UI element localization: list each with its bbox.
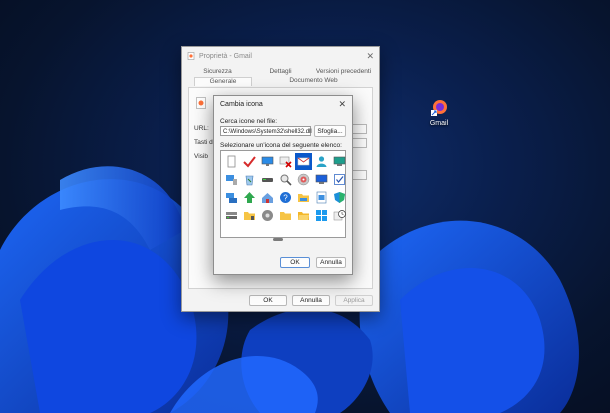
envelope-icon (297, 157, 310, 166)
users-icon (316, 156, 327, 167)
icon-cell[interactable] (331, 171, 348, 188)
icon-cell[interactable] (277, 207, 294, 224)
folder-open-icon (298, 212, 309, 220)
icon-cell[interactable] (259, 171, 276, 188)
properties-titlebar[interactable]: Proprietà - Gmail ✕ (182, 47, 379, 65)
monitor-blue-icon (315, 174, 328, 184)
gmail-shortcut-icon (429, 98, 449, 118)
icon-cell[interactable] (223, 189, 240, 206)
icon-cell[interactable] (223, 207, 240, 224)
green-monitor-icon (333, 156, 346, 166)
view-label: Visib (194, 153, 208, 160)
icon-cell[interactable] (331, 189, 348, 206)
checkbox-icon (334, 174, 345, 185)
document-icon (316, 191, 327, 204)
house-icon (262, 193, 273, 203)
icon-cell[interactable] (313, 189, 330, 206)
close-icon[interactable]: ✕ (338, 99, 346, 110)
computer-icon (226, 175, 237, 185)
tabs-row-2: Generale Documento Web (186, 77, 375, 86)
ok-button[interactable]: OK (249, 295, 287, 306)
clock-icon (333, 210, 346, 221)
delete-x-icon (279, 156, 292, 168)
icon-cell[interactable] (241, 189, 258, 206)
icon-cell[interactable] (259, 207, 276, 224)
search-icon (280, 174, 292, 186)
gmail-shortcut-label: Gmail (429, 120, 449, 127)
folder-plain-icon (280, 212, 291, 220)
windows-icon (316, 210, 327, 221)
tab-details[interactable]: Dettagli (249, 68, 312, 77)
icon-cell[interactable] (313, 153, 330, 170)
icon-cell[interactable] (295, 153, 312, 170)
cancel-button[interactable]: Annulla (316, 257, 346, 268)
icon-cell[interactable] (331, 153, 348, 170)
icon-cell[interactable] (313, 207, 330, 224)
up-arrow-icon (244, 192, 255, 203)
svg-text:?: ? (283, 194, 288, 203)
drive-icon (262, 178, 273, 182)
browse-button[interactable]: Sfoglia... (314, 125, 346, 137)
folder-lock-icon (244, 212, 255, 220)
monitor-icon (261, 156, 274, 166)
tab-previous-versions[interactable]: Versioni precedenti (312, 68, 375, 77)
icon-cell[interactable] (277, 153, 294, 170)
help-icon: ? (280, 192, 291, 203)
change-icon-titlebar[interactable]: Cambia icona ✕ (214, 96, 352, 112)
gmail-file-icon (196, 97, 206, 109)
icon-list-label: Selezionare un'icona del seguente elenco… (220, 142, 342, 149)
shortcut-keys-label: Tasti di (194, 139, 215, 146)
change-icon-buttons: OK Annulla (280, 257, 346, 268)
shield-icon (334, 192, 345, 203)
check-mark-icon (243, 156, 256, 168)
cancel-button[interactable]: Annulla (292, 295, 330, 306)
icon-list[interactable]: ? (220, 150, 346, 238)
icon-cell[interactable] (259, 153, 276, 170)
disc-gray-icon (262, 210, 273, 221)
tab-general[interactable]: Generale (194, 77, 252, 86)
change-icon-title: Cambia icona (220, 100, 263, 108)
tab-security[interactable]: Sicurezza (186, 68, 249, 77)
icon-cell[interactable] (241, 207, 258, 224)
drive-stack-icon (226, 212, 237, 219)
disc-icon (297, 173, 310, 186)
url-label: URL: (194, 125, 209, 132)
properties-title: Proprietà - Gmail (199, 52, 252, 60)
properties-buttons: OK Annulla Applica (249, 295, 373, 306)
change-icon-dialog: Cambia icona ✕ Cerca icone nel file: C:\… (213, 95, 353, 275)
ok-button[interactable]: OK (280, 257, 310, 268)
tabs-row-1: Sicurezza Dettagli Versioni precedenti (186, 68, 375, 77)
icon-cell[interactable] (277, 171, 294, 188)
icon-cell[interactable] (295, 171, 312, 188)
folder-icon (298, 194, 309, 202)
gmail-shortcut[interactable]: Gmail (424, 98, 454, 127)
icon-cell[interactable] (313, 171, 330, 188)
icon-cell[interactable] (241, 153, 258, 170)
icon-file-input[interactable]: C:\Windows\System32\shell32.dll (220, 126, 312, 136)
file-label: Cerca icone nel file: (220, 118, 278, 125)
icon-cell[interactable]: ? (277, 189, 294, 206)
document-icon (187, 52, 195, 60)
icon-cell[interactable] (241, 171, 258, 188)
shares-icon (226, 193, 237, 203)
icon-cell[interactable] (259, 189, 276, 206)
icon-cell[interactable] (223, 153, 240, 170)
tab-web-document[interactable]: Documento Web (252, 77, 375, 86)
close-icon[interactable]: ✕ (366, 51, 374, 62)
blank-doc-icon (227, 155, 236, 168)
apply-button[interactable]: Applica (335, 295, 373, 306)
icon-cell[interactable] (295, 189, 312, 206)
icon-cell[interactable] (331, 207, 348, 224)
horizontal-scrollbar[interactable] (273, 238, 283, 241)
icon-cell[interactable] (295, 207, 312, 224)
icon-cell[interactable] (223, 171, 240, 188)
recycle-icon (245, 175, 254, 186)
